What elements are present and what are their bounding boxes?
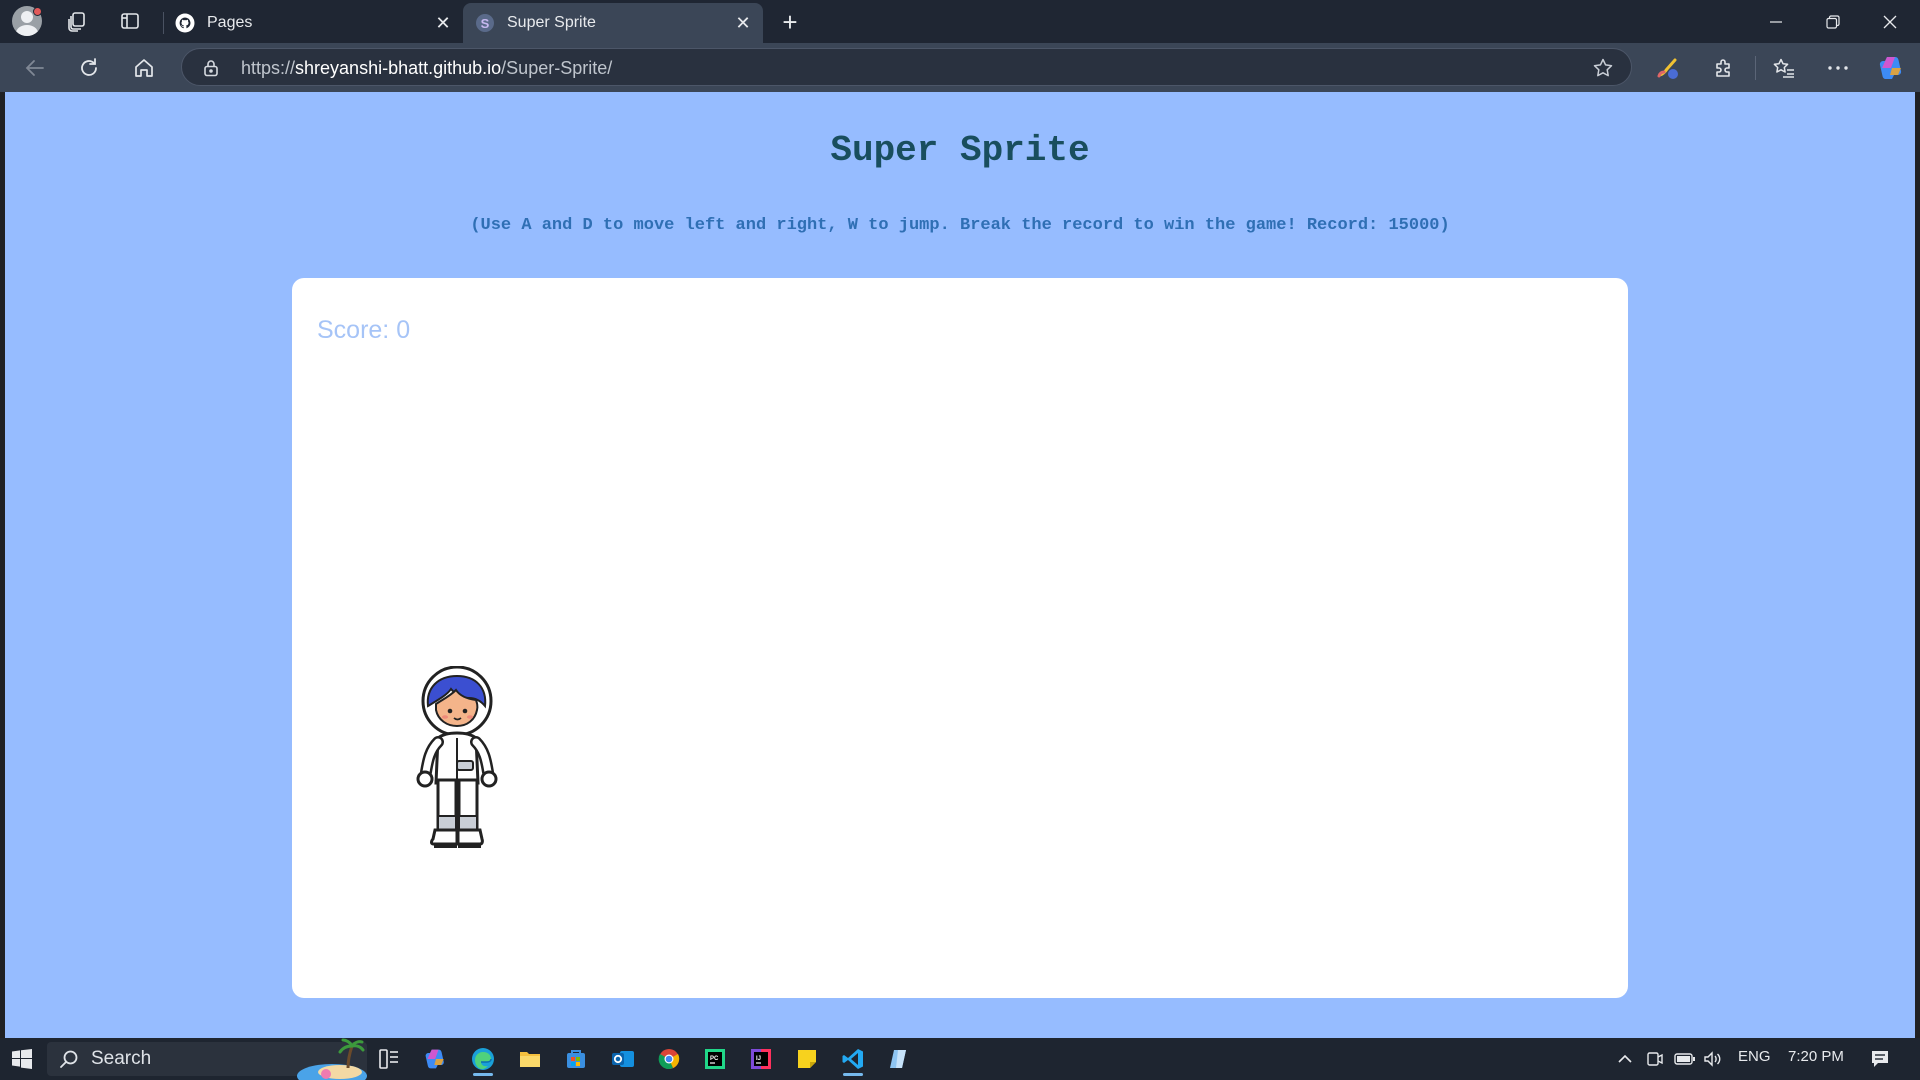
more-dots-icon bbox=[1828, 66, 1848, 70]
svg-text:S: S bbox=[481, 16, 490, 31]
search-icon bbox=[59, 1049, 79, 1069]
copilot-icon bbox=[1879, 57, 1902, 79]
game-instructions: (Use A and D to move left and right, W t… bbox=[470, 216, 1450, 235]
notification-dot bbox=[33, 7, 42, 16]
file-explorer-button[interactable] bbox=[512, 1042, 548, 1076]
notifications-button[interactable] bbox=[1862, 1042, 1898, 1076]
new-tab-button[interactable]: + bbox=[775, 7, 805, 37]
copilot-button[interactable] bbox=[1874, 50, 1910, 86]
minimize-button[interactable] bbox=[1748, 0, 1804, 43]
astronaut-sprite bbox=[416, 666, 498, 848]
task-view-icon bbox=[379, 1049, 398, 1069]
sticky-notes-button[interactable] bbox=[789, 1042, 825, 1076]
extensions-button[interactable] bbox=[1706, 50, 1742, 86]
tab-super-sprite[interactable]: S Super Sprite ✕ bbox=[463, 3, 763, 43]
tab-strip: Pages ✕ S Super Sprite ✕ + bbox=[0, 0, 1920, 43]
task-view-button[interactable] bbox=[371, 1042, 407, 1076]
search-highlight-image bbox=[297, 1038, 367, 1080]
sticky-notes-icon bbox=[798, 1050, 816, 1068]
github-icon bbox=[175, 13, 195, 33]
back-arrow-icon bbox=[25, 60, 44, 76]
restore-button[interactable] bbox=[1805, 0, 1861, 43]
intellij-icon: IJ bbox=[751, 1049, 771, 1069]
search-placeholder: Search bbox=[91, 1048, 152, 1069]
windows-taskbar: Search PC IJ ENG 7:20 PM bbox=[0, 1038, 1920, 1080]
game-canvas[interactable]: Score: 0 bbox=[292, 278, 1628, 998]
clock[interactable]: 7:20 PM bbox=[1788, 1048, 1844, 1065]
language-indicator[interactable]: ENG bbox=[1738, 1048, 1771, 1065]
battery-icon bbox=[1674, 1053, 1695, 1065]
svg-text:IJ: IJ bbox=[756, 1056, 761, 1062]
chrome-button[interactable] bbox=[651, 1042, 687, 1076]
edge-taskbar-button[interactable] bbox=[465, 1042, 501, 1076]
favorites-button[interactable] bbox=[1766, 50, 1802, 86]
favorite-star-icon[interactable] bbox=[1591, 56, 1615, 80]
toolbar-divider bbox=[1755, 56, 1756, 80]
settings-more-button[interactable] bbox=[1820, 50, 1856, 86]
microsoft-store-button[interactable] bbox=[558, 1042, 594, 1076]
tab-pages[interactable]: Pages ✕ bbox=[163, 3, 463, 43]
vscode-button[interactable] bbox=[835, 1042, 871, 1076]
vertical-tabs-icon bbox=[121, 13, 139, 29]
outlook-button[interactable] bbox=[605, 1042, 641, 1076]
browser-toolbar: https://shreyanshi-bhatt.github.io/Super… bbox=[0, 43, 1920, 92]
notification-icon bbox=[1872, 1051, 1888, 1067]
active-indicator bbox=[473, 1073, 493, 1076]
restore-icon bbox=[1826, 14, 1840, 29]
score-label: Score: 0 bbox=[317, 316, 411, 344]
tab-title: Pages bbox=[207, 14, 253, 31]
vertical-tabs-button[interactable] bbox=[113, 6, 147, 36]
home-button[interactable] bbox=[126, 50, 162, 86]
close-tab-icon[interactable]: ✕ bbox=[733, 13, 753, 33]
puzzle-icon bbox=[1716, 59, 1730, 77]
folder-icon bbox=[520, 1052, 540, 1067]
url-host: shreyanshi-bhatt.github.io bbox=[295, 58, 502, 78]
edge-browser-icon bbox=[472, 1048, 494, 1070]
tab-title: Super Sprite bbox=[507, 14, 596, 31]
vscode-icon bbox=[842, 1049, 863, 1069]
close-window-button[interactable] bbox=[1862, 0, 1918, 43]
pycharm-icon: PC bbox=[705, 1049, 725, 1069]
windows-logo-icon bbox=[12, 1049, 32, 1069]
page-title: Super Sprite bbox=[830, 130, 1090, 171]
workspaces-button[interactable] bbox=[60, 6, 94, 36]
super-sprite-icon: S bbox=[475, 13, 495, 33]
volume-button[interactable] bbox=[1695, 1042, 1731, 1076]
close-icon bbox=[1883, 15, 1897, 28]
svg-text:PC: PC bbox=[710, 1056, 719, 1062]
snipping-tool-icon bbox=[890, 1050, 906, 1068]
back-button[interactable] bbox=[17, 50, 53, 86]
camera-icon bbox=[1647, 1052, 1663, 1066]
home-icon bbox=[135, 59, 153, 77]
site-info-lock-icon[interactable] bbox=[200, 57, 222, 79]
minimize-icon bbox=[1770, 20, 1782, 23]
url-scheme: https:// bbox=[241, 58, 296, 78]
snipping-tool-button[interactable] bbox=[881, 1042, 917, 1076]
profile-avatar[interactable] bbox=[10, 6, 44, 36]
active-indicator bbox=[843, 1073, 863, 1076]
pycharm-button[interactable]: PC bbox=[697, 1042, 733, 1076]
start-button[interactable] bbox=[4, 1042, 40, 1076]
workspaces-icon bbox=[68, 12, 85, 32]
refresh-icon bbox=[81, 58, 97, 76]
url-text[interactable]: https://shreyanshi-bhatt.github.io/Super… bbox=[241, 58, 612, 79]
copilot-taskbar-button[interactable] bbox=[418, 1042, 454, 1076]
outlook-icon bbox=[612, 1051, 634, 1067]
paint-brush-extension-icon bbox=[1657, 58, 1678, 79]
chrome-icon bbox=[658, 1049, 680, 1069]
url-path: /Super-Sprite/ bbox=[501, 58, 613, 78]
store-icon bbox=[567, 1050, 585, 1068]
intellij-button[interactable]: IJ bbox=[743, 1042, 779, 1076]
copilot-icon bbox=[425, 1049, 444, 1069]
address-bar[interactable]: https://shreyanshi-bhatt.github.io/Super… bbox=[181, 48, 1632, 86]
refresh-button[interactable] bbox=[71, 50, 107, 86]
speaker-icon bbox=[1704, 1051, 1721, 1067]
game-page: Super Sprite (Use A and D to move left a… bbox=[5, 92, 1915, 1038]
favorites-list-icon bbox=[1773, 58, 1794, 78]
extension-button[interactable] bbox=[1650, 50, 1686, 86]
chevron-up-icon bbox=[1618, 1054, 1632, 1063]
close-tab-icon[interactable]: ✕ bbox=[433, 13, 453, 33]
